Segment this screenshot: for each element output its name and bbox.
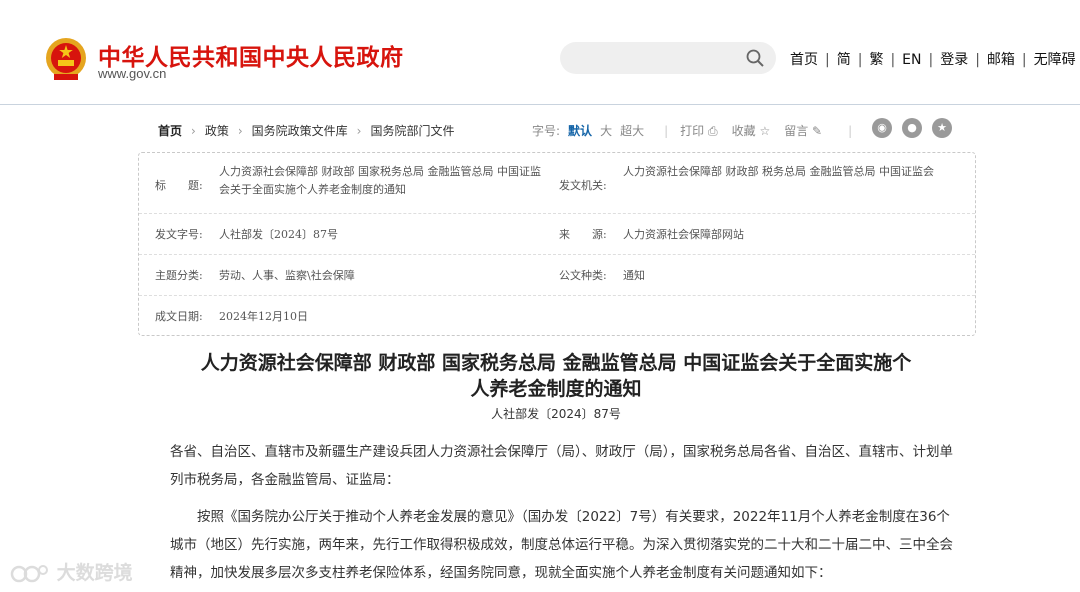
info-row: 成文日期: 2024年12月10日 <box>139 296 975 334</box>
watermark-text: 大数跨境 <box>56 562 133 584</box>
nav-traditional[interactable]: 繁 <box>869 52 883 68</box>
article-paragraph: 各省、自治区、直辖市及新疆生产建设兵团人力资源社会保障厅（局）、财政厅（局），国… <box>170 444 953 488</box>
nav-english[interactable]: EN <box>902 52 921 68</box>
nav-accessibility[interactable]: 无障碍 <box>1034 52 1076 68</box>
share-buttons: ◉ ● ★ <box>872 118 962 138</box>
chevron-right-icon: › <box>356 124 362 138</box>
print-label: 打印 <box>680 124 705 138</box>
info-title-value: 人力资源社会保障部 财政部 国家税务总局 金融监管总局 中国证监会关于全面实施个… <box>219 165 541 196</box>
breadcrumb: 首页 › 政策 › 国务院政策文件库 › 国务院部门文件 <box>158 122 455 139</box>
watermark-logo-icon <box>10 564 48 582</box>
info-category-label: 主题分类: <box>155 269 203 282</box>
printer-icon: ⎙ <box>707 124 718 138</box>
page-tools: 字号: 默认大超大 | 打印 ⎙ 收藏 ☆ 留言 ✎ | <box>532 124 853 138</box>
font-size-default[interactable]: 默认 <box>568 124 592 138</box>
info-type-value: 通知 <box>623 269 645 282</box>
info-issuer-value: 人力资源社会保障部 财政部 税务总局 金融监管总局 中国证监会 <box>623 165 934 178</box>
search-box[interactable] <box>560 42 776 74</box>
breadcrumb-home[interactable]: 首页 <box>158 124 182 138</box>
site-url[interactable]: www.gov.cn <box>98 66 166 81</box>
breadcrumb-policy[interactable]: 政策 <box>205 124 229 138</box>
font-size-label: 字号: <box>532 124 561 138</box>
nav-home[interactable]: 首页 <box>790 52 818 68</box>
search-input[interactable] <box>574 48 748 70</box>
info-row: 标 题: 人力资源社会保障部 财政部 国家税务总局 金融监管总局 中国证监会关于… <box>139 153 975 214</box>
font-size-large[interactable]: 大 <box>600 124 612 138</box>
info-source-label: 来 源: <box>559 228 607 241</box>
nav-login[interactable]: 登录 <box>940 52 968 68</box>
info-source-value: 人力资源社会保障部网站 <box>623 228 744 241</box>
top-nav: 首页 | 简 | 繁 | EN | 登录 | 邮箱 | 无障碍 <box>790 52 1076 68</box>
site-header: 中华人民共和国中央人民政府 www.gov.cn 首页 | 简 | 繁 | EN | 登录 | 邮箱… <box>0 0 1080 105</box>
info-row: 主题分类: 劳动、人事、监察\社会保障 公文种类: 通知 <box>139 255 975 296</box>
comment-button[interactable]: 留言 ✎ <box>784 124 822 138</box>
info-docno-value: 人社部发〔2024〕87号 <box>219 228 338 241</box>
article-doc-number: 人社部发〔2024〕87号 <box>491 407 621 421</box>
favorite-label: 收藏 <box>731 124 756 138</box>
info-category-value: 劳动、人事、监察\社会保障 <box>219 269 355 282</box>
favorite-share-icon[interactable]: ★ <box>932 118 952 138</box>
info-date-label: 成文日期: <box>155 310 203 323</box>
print-button[interactable]: 打印 ⎙ <box>680 124 717 138</box>
info-date-value: 2024年12月10日 <box>219 310 308 323</box>
article-paragraph: 按照《国务院办公厅关于推动个人养老金发展的意见》（国办发〔2022〕7号）有关要… <box>170 509 953 581</box>
article-title-line1: 人力资源社会保障部 财政部 国家税务总局 金融监管总局 中国证监会关于全面实施个 <box>200 352 912 374</box>
watermark: 大数跨境 <box>10 558 133 586</box>
comment-label: 留言 <box>784 124 809 138</box>
nav-simplified[interactable]: 简 <box>837 52 851 68</box>
chevron-right-icon: › <box>237 124 243 138</box>
info-type-label: 公文种类: <box>559 269 607 282</box>
favorite-button[interactable]: 收藏 ☆ <box>732 124 771 138</box>
breadcrumb-department-docs[interactable]: 国务院部门文件 <box>370 124 454 138</box>
nav-mail[interactable]: 邮箱 <box>987 52 1015 68</box>
chevron-right-icon: › <box>191 124 196 138</box>
info-docno-label: 发文字号: <box>155 228 203 241</box>
breadcrumb-policy-library[interactable]: 国务院政策文件库 <box>252 124 348 138</box>
search-icon[interactable] <box>746 49 764 67</box>
font-size-xlarge[interactable]: 超大 <box>620 124 644 138</box>
breadcrumb-bar: 首页 › 政策 › 国务院政策文件库 › 国务院部门文件 字号: 默认大超大 | 打印 ⎙ 收藏 ☆… <box>138 110 974 148</box>
pencil-icon: ✎ <box>812 124 823 138</box>
info-title-label: 标 题: <box>155 179 203 192</box>
weibo-share-icon[interactable]: ◉ <box>872 118 892 138</box>
national-emblem-icon[interactable] <box>44 36 88 82</box>
star-icon: ☆ <box>759 124 771 138</box>
document-info-table: 标 题: 人力资源社会保障部 财政部 国家税务总局 金融监管总局 中国证监会关于… <box>138 152 976 336</box>
info-row: 发文字号: 人社部发〔2024〕87号 来 源: 人力资源社会保障部网站 <box>139 214 975 255</box>
info-issuer-label: 发文机关: <box>559 179 607 192</box>
article-title: 人力资源社会保障部 财政部 国家税务总局 金融监管总局 中国证监会关于全面实施个… <box>138 350 974 402</box>
wechat-share-icon[interactable]: ● <box>902 118 922 138</box>
article-title-line2: 人养老金制度的通知 <box>470 378 642 400</box>
